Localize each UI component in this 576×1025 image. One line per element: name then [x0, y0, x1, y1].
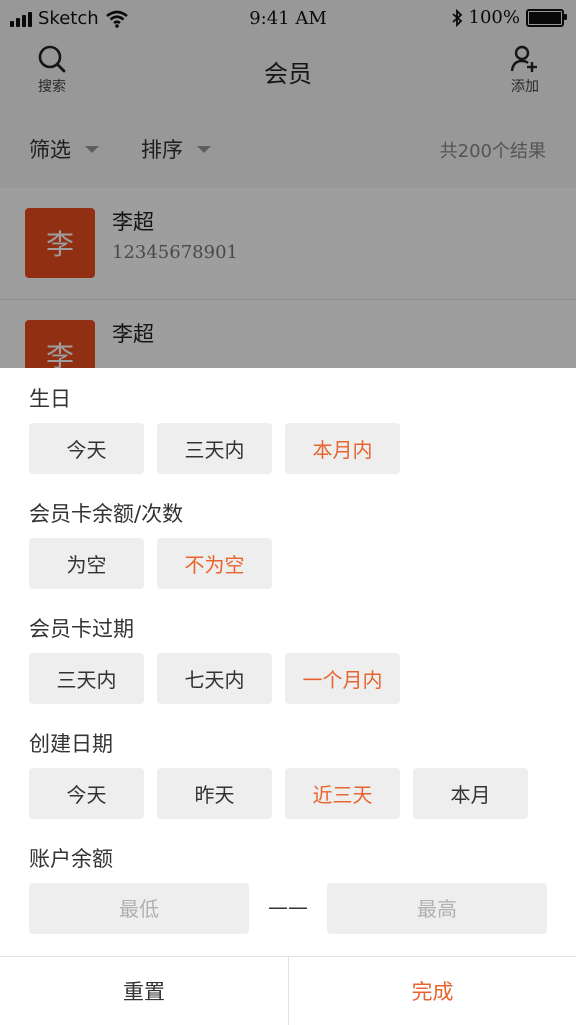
- filter-sheet: 生日 今天 三天内 本月内 会员卡余额/次数 为空 不为空 会员卡过期 三天内 …: [0, 368, 576, 1025]
- reset-button[interactable]: 重置: [0, 957, 288, 1025]
- section-title-birthday: 生日: [29, 387, 71, 411]
- chip-expiry-1month[interactable]: 一个月内: [285, 653, 400, 704]
- chip-expiry-3days[interactable]: 三天内: [29, 653, 144, 704]
- section-title-card-expiry: 会员卡过期: [29, 617, 134, 641]
- modal-overlay[interactable]: [0, 0, 576, 368]
- section-title-account-balance: 账户余额: [29, 847, 113, 871]
- section-title-created-date: 创建日期: [29, 732, 113, 756]
- chip-birthday-today[interactable]: 今天: [29, 423, 144, 474]
- chip-birthday-this-month[interactable]: 本月内: [285, 423, 400, 474]
- done-button[interactable]: 完成: [289, 957, 576, 1025]
- chip-balance-empty[interactable]: 为空: [29, 538, 144, 589]
- section-title-card-balance: 会员卡余额/次数: [29, 502, 184, 526]
- chip-created-3days[interactable]: 近三天: [285, 768, 400, 819]
- chip-birthday-3days[interactable]: 三天内: [157, 423, 272, 474]
- sheet-footer: 重置 完成: [0, 956, 576, 1025]
- chip-created-this-month[interactable]: 本月: [413, 768, 528, 819]
- chip-balance-not-empty[interactable]: 不为空: [157, 538, 272, 589]
- range-separator: ——: [268, 895, 308, 919]
- chip-created-yesterday[interactable]: 昨天: [157, 768, 272, 819]
- chip-created-today[interactable]: 今天: [29, 768, 144, 819]
- balance-min-input[interactable]: [29, 883, 249, 934]
- balance-max-input[interactable]: [327, 883, 547, 934]
- chip-expiry-7days[interactable]: 七天内: [157, 653, 272, 704]
